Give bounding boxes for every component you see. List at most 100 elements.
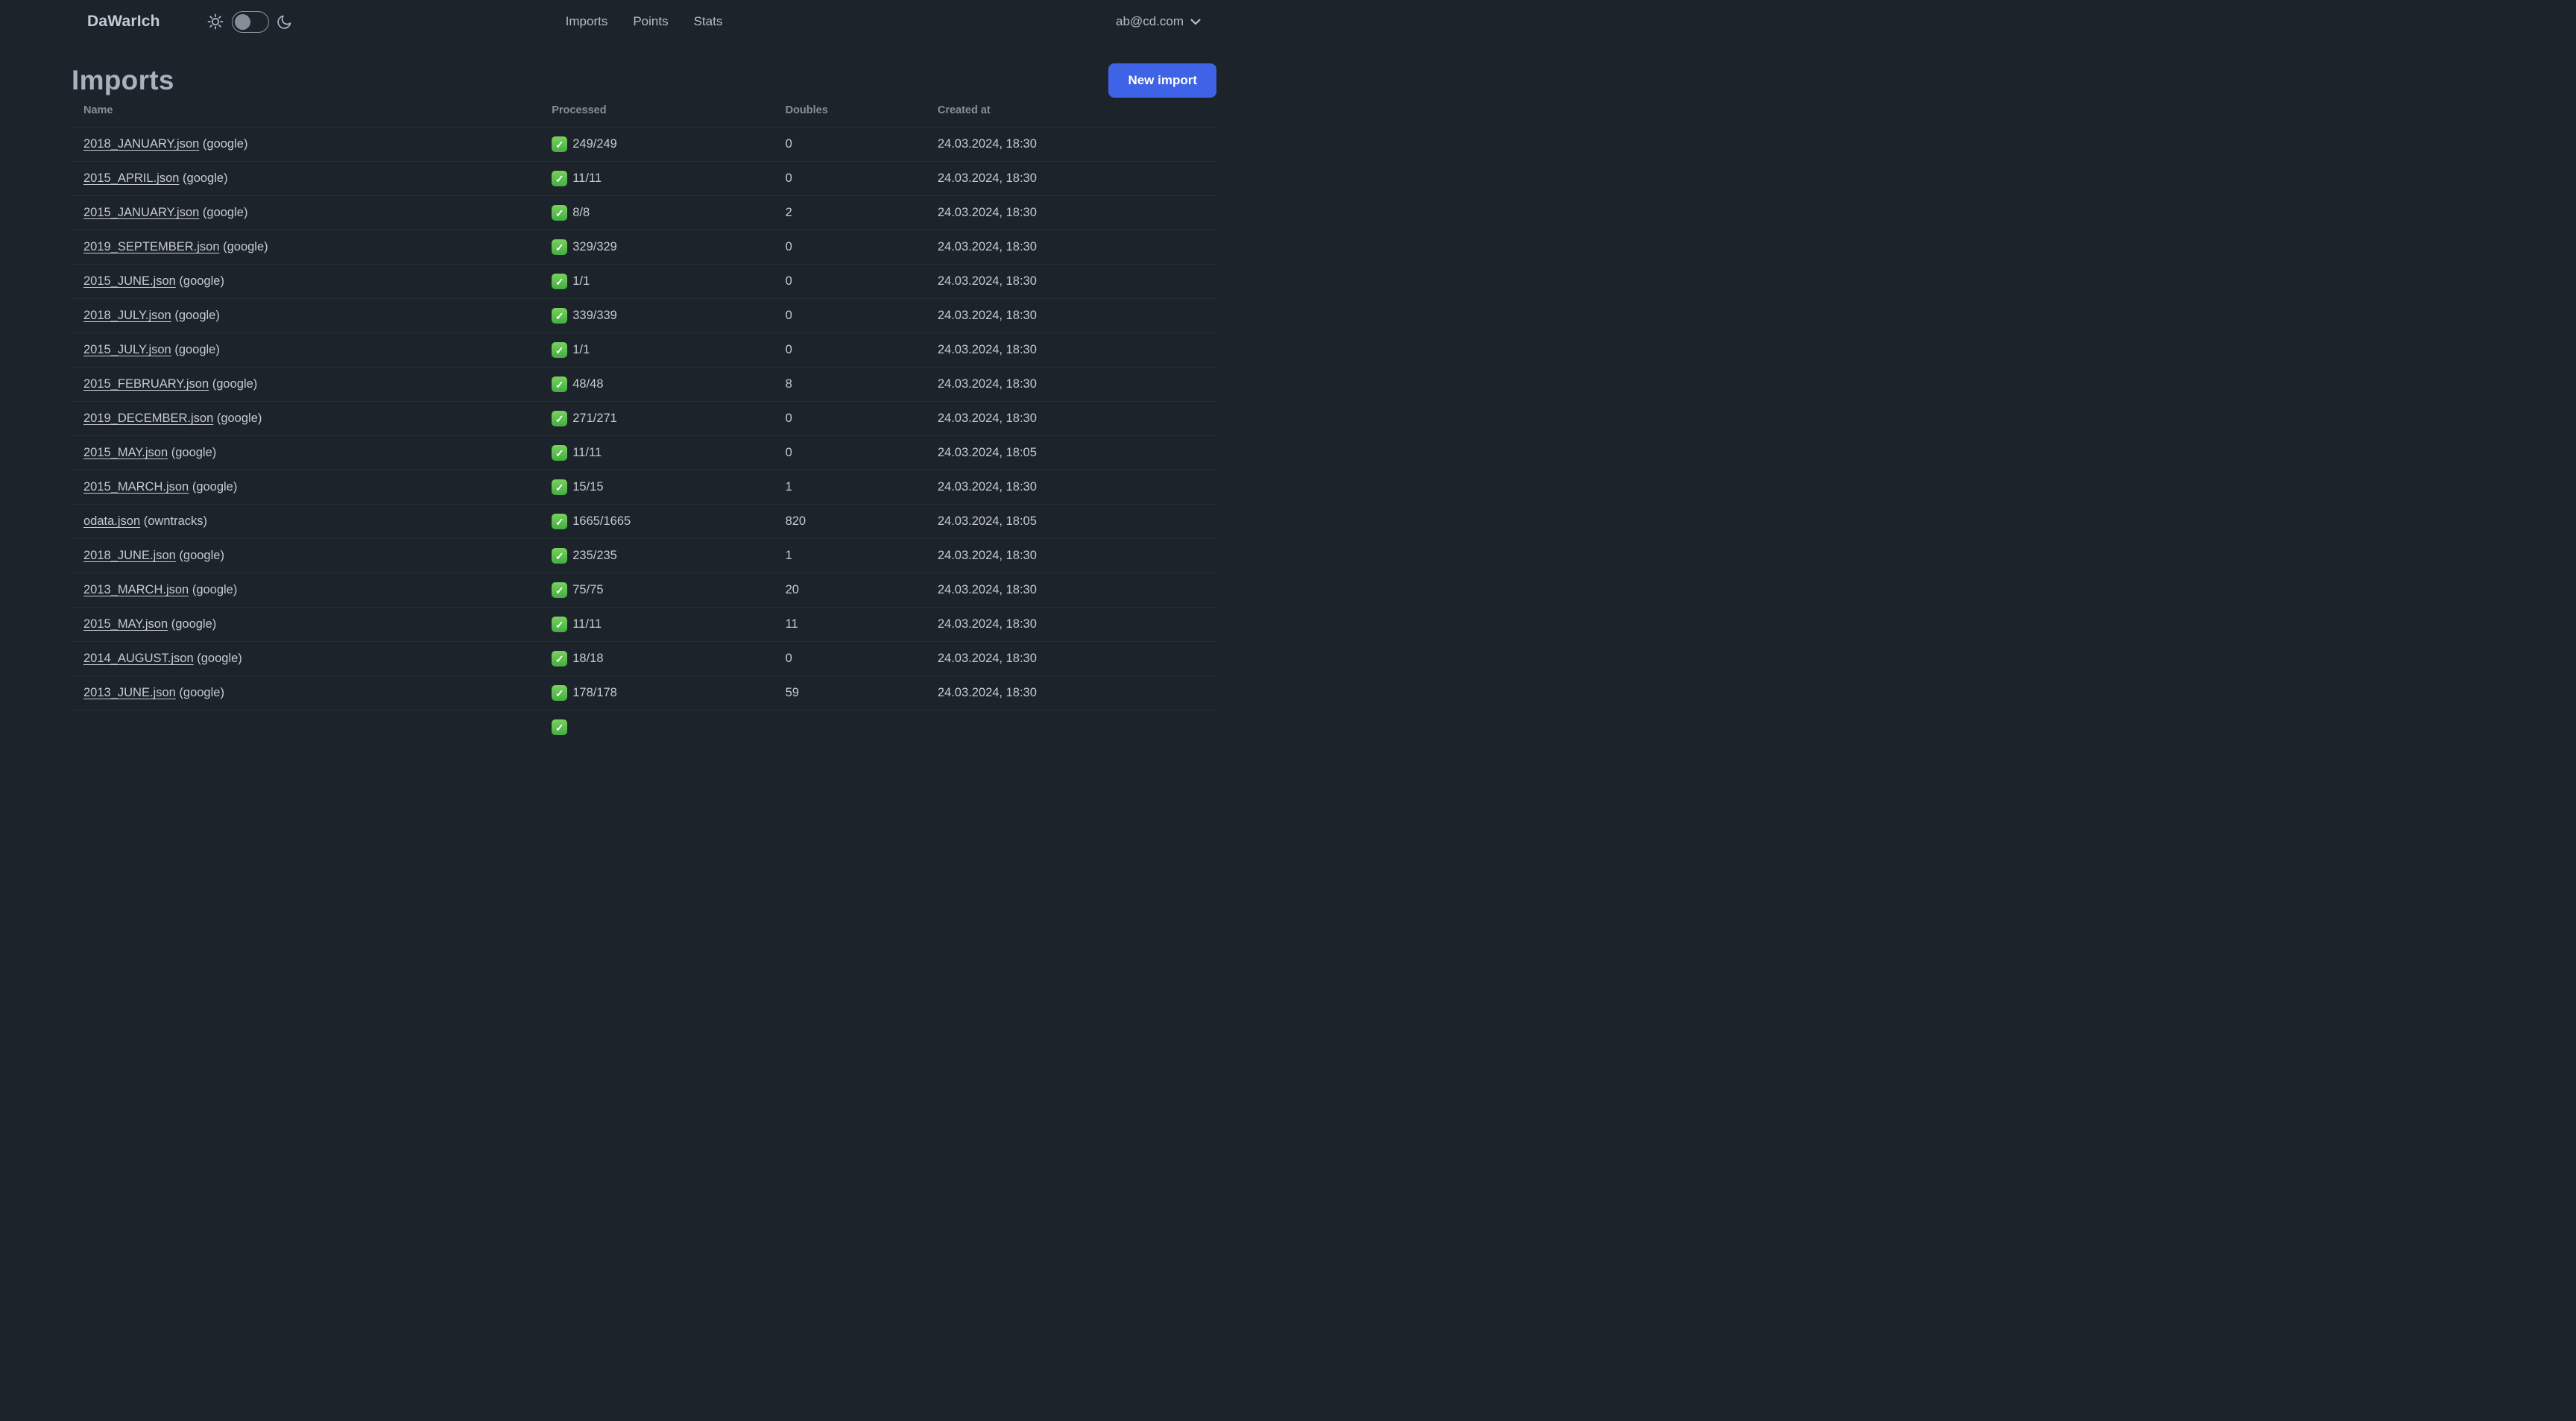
import-source: (owntracks)	[140, 514, 208, 528]
import-file-link[interactable]: 2015_APRIL.json	[83, 171, 179, 185]
import-source: (google)	[189, 480, 238, 494]
cell-name: odata.json (owntracks)	[72, 504, 540, 539]
cell-name: 2018_JULY.json (google)	[72, 298, 540, 333]
import-file-link[interactable]: odata.json	[83, 514, 140, 528]
cell-name: 2015_APRIL.json (google)	[72, 161, 540, 196]
processed-count: 75/75	[572, 583, 604, 596]
nav-link-imports[interactable]: Imports	[566, 14, 608, 29]
import-file-link[interactable]: 2019_DECEMBER.json	[83, 412, 213, 425]
import-file-link[interactable]: 2015_JANUARY.json	[83, 206, 199, 219]
import-file-link[interactable]: 2013_JUNE.json	[83, 686, 176, 699]
cell-doubles: 20	[773, 573, 926, 608]
import-file-link[interactable]: 2015_MAY.json	[83, 617, 168, 631]
doubles-count: 1	[785, 549, 792, 562]
cell-doubles: 0	[773, 333, 926, 368]
import-source: (google)	[171, 309, 220, 322]
cell-doubles	[773, 710, 926, 744]
doubles-count: 0	[785, 309, 792, 322]
cell-doubles: 0	[773, 230, 926, 265]
table-row: 2015_APRIL.json (google) 11/11 0 24.03.2…	[72, 161, 1216, 196]
processed-count: 48/48	[572, 377, 604, 391]
cell-processed: 235/235	[540, 538, 774, 573]
processed-count: 249/249	[572, 137, 617, 151]
sun-icon	[207, 13, 224, 30]
created-at-value: 24.03.2024, 18:30	[937, 206, 1037, 219]
success-check-icon	[552, 719, 568, 735]
cell-name	[72, 710, 540, 744]
import-file-link[interactable]: 2015_FEBRUARY.json	[83, 377, 209, 391]
success-check-icon	[552, 171, 568, 186]
processed-count: 178/178	[572, 686, 617, 699]
theme-toggle	[206, 10, 293, 33]
import-source: (google)	[171, 343, 220, 356]
import-file-link[interactable]: 2015_JULY.json	[83, 343, 171, 356]
processed-count: 15/15	[572, 480, 604, 494]
table-row: 2015_FEBRUARY.json (google) 48/48 8 24.0…	[72, 367, 1216, 402]
import-file-link[interactable]: 2014_AUGUST.json	[83, 652, 194, 665]
cell-created-at: 24.03.2024, 18:30	[925, 161, 1216, 196]
processed-count: 271/271	[572, 412, 617, 425]
navbar: DaWarIch Imports Points Stats ab@cd.com	[0, 0, 1288, 43]
table-row: 2013_JUNE.json (google) 178/178 59 24.03…	[72, 675, 1216, 710]
import-source: (google)	[168, 446, 217, 459]
cell-name: 2015_FEBRUARY.json (google)	[72, 367, 540, 402]
created-at-value: 24.03.2024, 18:30	[937, 583, 1037, 596]
success-check-icon	[552, 274, 568, 289]
doubles-count: 0	[785, 274, 792, 288]
app-logo[interactable]: DaWarIch	[87, 13, 160, 31]
import-file-link[interactable]: 2015_MAY.json	[83, 446, 168, 459]
import-file-link[interactable]: 2013_MARCH.json	[83, 583, 189, 596]
created-at-value: 24.03.2024, 18:30	[937, 686, 1037, 699]
cell-processed: 1/1	[540, 264, 774, 299]
cell-created-at: 24.03.2024, 18:30	[925, 641, 1216, 676]
import-file-link[interactable]: 2018_JULY.json	[83, 309, 171, 322]
created-at-value: 24.03.2024, 18:30	[937, 377, 1037, 391]
cell-processed: 329/329	[540, 230, 774, 265]
theme-switch[interactable]	[231, 10, 269, 33]
cell-processed: 18/18	[540, 641, 774, 676]
user-menu[interactable]: ab@cd.com	[1116, 14, 1201, 29]
created-at-value: 24.03.2024, 18:30	[937, 549, 1037, 562]
import-source: (google)	[219, 240, 268, 253]
cell-created-at: 24.03.2024, 18:30	[926, 127, 1216, 162]
cell-processed: 339/339	[540, 298, 774, 333]
cell-name: 2019_SEPTEMBER.json (google)	[72, 230, 540, 265]
cell-doubles: 0	[773, 435, 926, 470]
cell-processed: 15/15	[540, 470, 774, 505]
cell-name: 2015_MAY.json (google)	[72, 607, 540, 642]
imports-table-body: 2018_JANUARY.json (google) 249/249 0 24.…	[72, 127, 1216, 744]
nav-link-points[interactable]: Points	[633, 14, 668, 29]
cell-name: 2013_MARCH.json (google)	[72, 573, 540, 608]
table-row: 2018_JANUARY.json (google) 249/249 0 24.…	[72, 127, 1216, 162]
table-row	[72, 710, 1216, 744]
created-at-value: 24.03.2024, 18:30	[937, 412, 1037, 425]
doubles-count: 8	[785, 377, 792, 391]
column-header-processed: Processed	[540, 98, 774, 127]
cell-doubles: 11	[773, 607, 926, 642]
cell-created-at: 24.03.2024, 18:30	[925, 230, 1216, 265]
cell-created-at: 24.03.2024, 18:30	[925, 607, 1216, 642]
created-at-value: 24.03.2024, 18:30	[937, 240, 1037, 253]
cell-doubles: 0	[774, 127, 926, 162]
new-import-button[interactable]: New import	[1108, 63, 1216, 98]
cell-doubles: 0	[773, 161, 926, 196]
import-file-link[interactable]: 2015_JUNE.json	[83, 274, 176, 288]
cell-doubles: 0	[773, 298, 926, 333]
success-check-icon	[552, 514, 568, 529]
processed-count: 235/235	[572, 549, 617, 562]
import-file-link[interactable]: 2019_SEPTEMBER.json	[83, 240, 220, 253]
processed-count: 339/339	[572, 309, 617, 322]
import-file-link[interactable]: 2015_MARCH.json	[83, 480, 189, 494]
doubles-count: 0	[785, 343, 792, 356]
import-file-link[interactable]: 2018_JANUARY.json	[83, 137, 199, 151]
nav-link-stats[interactable]: Stats	[694, 14, 723, 29]
cell-created-at: 24.03.2024, 18:30	[925, 470, 1216, 505]
created-at-value: 24.03.2024, 18:30	[937, 171, 1037, 185]
cell-name: 2018_JUNE.json (google)	[72, 538, 540, 573]
success-check-icon	[552, 548, 568, 564]
processed-count: 11/11	[572, 446, 602, 459]
success-check-icon	[552, 136, 568, 152]
import-file-link[interactable]: 2018_JUNE.json	[83, 549, 176, 562]
table-row: 2015_JANUARY.json (google) 8/8 2 24.03.2…	[72, 195, 1216, 230]
processed-count: 8/8	[572, 206, 590, 219]
